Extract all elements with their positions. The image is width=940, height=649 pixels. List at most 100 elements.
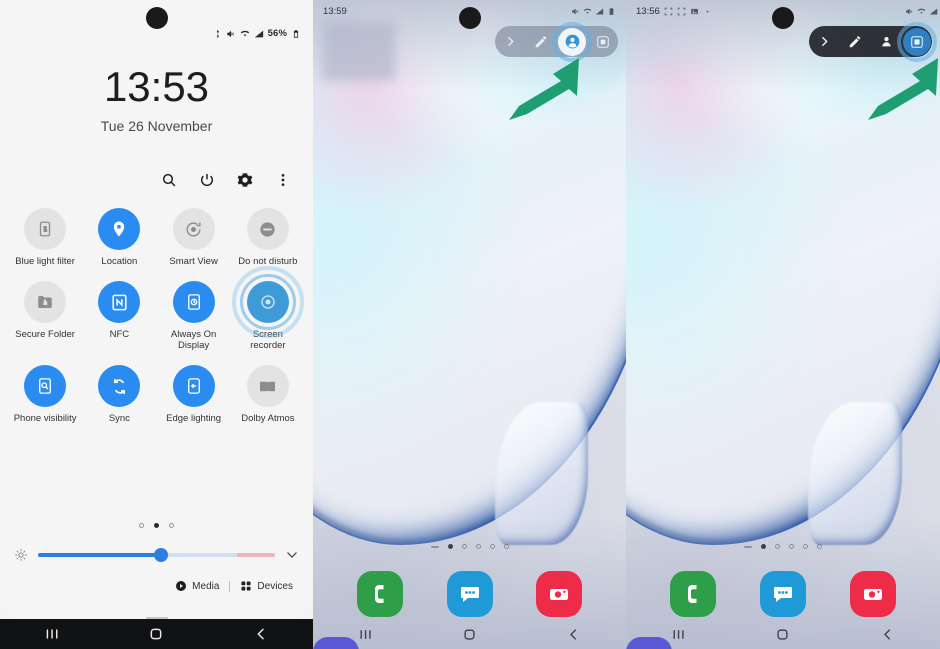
navigation-bar	[626, 619, 940, 649]
tile-disc	[246, 208, 289, 250]
collapse-toolbar-button[interactable]	[501, 33, 519, 51]
battery-icon	[609, 8, 614, 15]
tile-do-not-disturb[interactable]: Do not disturb	[231, 208, 305, 267]
phone-app-icon[interactable]	[670, 571, 716, 617]
quick-settings-page-indicator[interactable]	[0, 523, 313, 528]
recents-icon[interactable]	[44, 626, 60, 642]
tile-blue-light-filter[interactable]: Blue light filter	[8, 208, 82, 267]
page-bar	[744, 545, 752, 548]
more-dot-icon	[706, 10, 709, 13]
wifi-icon	[583, 8, 592, 14]
home-icon[interactable]	[775, 627, 790, 642]
phone-app-icon[interactable]	[356, 571, 403, 617]
tile-disc	[98, 281, 141, 323]
status-time: 13:56	[636, 6, 660, 17]
selfie-video-button[interactable]	[877, 33, 895, 51]
tile-always-on-display[interactable]: Always On Display	[157, 281, 231, 351]
chevron-down-icon[interactable]	[285, 548, 299, 562]
stop-square-icon	[911, 35, 923, 48]
overflow-menu-icon[interactable]	[275, 172, 291, 188]
page-dot	[475, 544, 481, 549]
messages-app-icon[interactable]	[760, 571, 806, 617]
tile-phone-visibility[interactable]: Phone visibility	[8, 365, 82, 424]
wifi-icon	[240, 30, 249, 36]
brightness-row	[14, 548, 299, 562]
back-icon[interactable]	[253, 626, 269, 642]
chevron-right-icon	[507, 37, 514, 46]
media-label: Media	[192, 580, 220, 592]
mute-icon	[572, 8, 579, 15]
draw-button[interactable]	[532, 33, 550, 51]
tile-disc	[172, 365, 215, 407]
draw-button[interactable]	[846, 33, 864, 51]
collapse-toolbar-button[interactable]	[815, 33, 833, 51]
screen-recorder-toolbar	[809, 21, 937, 62]
back-icon[interactable]	[880, 627, 895, 642]
recents-icon[interactable]	[358, 627, 373, 642]
media-button[interactable]: Media	[175, 580, 219, 592]
stop-square-icon	[597, 35, 609, 48]
media-play-icon	[176, 581, 187, 591]
tile-label: Dolby Atmos	[241, 413, 295, 424]
tile-dolby-atmos[interactable]: Dolby Atmos	[231, 365, 305, 424]
page-dot	[169, 523, 174, 528]
tile-nfc[interactable]: NFC	[82, 281, 156, 351]
panel-recording-stop: 13:56	[626, 0, 940, 649]
search-icon[interactable]	[161, 172, 177, 188]
camera-app-icon[interactable]	[850, 571, 896, 617]
status-bar: 56%	[212, 28, 301, 39]
tile-location[interactable]: Location	[82, 208, 156, 267]
home-page-indicator[interactable]	[313, 544, 626, 549]
brightness-slider[interactable]	[38, 548, 275, 562]
home-wallpaper	[626, 0, 940, 649]
page-bar	[430, 545, 439, 548]
blurred-notification-area	[323, 22, 395, 80]
selfie-video-button[interactable]	[552, 21, 592, 62]
chevron-right-icon	[821, 37, 828, 46]
tile-edge-lighting[interactable]: Edge lighting	[157, 365, 231, 424]
power-icon[interactable]	[199, 172, 215, 188]
page-dot	[139, 523, 144, 528]
person-icon	[881, 37, 891, 47]
screenshot-icon	[664, 7, 673, 16]
status-time: 13:59	[323, 6, 347, 17]
home-icon[interactable]	[462, 627, 477, 642]
recents-icon[interactable]	[671, 627, 686, 642]
tile-label: Secure Folder	[15, 329, 75, 340]
dolby-atmos-icon	[260, 381, 276, 391]
brightness-slider-knob[interactable]	[154, 548, 169, 562]
back-icon[interactable]	[566, 627, 581, 642]
camera-app-icon[interactable]	[536, 571, 583, 617]
devices-grid-icon	[241, 581, 251, 591]
page-dot-active	[447, 544, 453, 549]
tile-secure-folder[interactable]: Secure Folder	[8, 281, 82, 351]
camera-glyph	[864, 589, 882, 600]
status-bar-left: 13:59	[323, 6, 347, 17]
page-dot-active	[154, 523, 159, 528]
page-dot	[789, 544, 794, 549]
messages-app-icon[interactable]	[446, 571, 493, 617]
home-icon[interactable]	[148, 626, 164, 642]
wifi-icon	[917, 8, 926, 14]
lock-clock: 13:53 Tue 26 November	[0, 66, 313, 135]
tile-sync[interactable]: Sync	[82, 365, 156, 424]
devices-button[interactable]: Devices	[240, 580, 293, 592]
stop-recording-button[interactable]	[594, 33, 612, 51]
signal-icon	[254, 30, 263, 37]
camera-glyph	[550, 589, 569, 600]
page-dot	[817, 544, 822, 549]
home-page-indicator[interactable]	[626, 544, 940, 549]
phone-glyph	[688, 585, 697, 603]
quick-settings-tile-grid: Blue light filter Location Smart View Do…	[8, 208, 305, 424]
stop-recording-button[interactable]	[897, 21, 937, 62]
tile-smart-view[interactable]: Smart View	[157, 208, 231, 267]
edge-lighting-icon	[187, 378, 200, 394]
footer-divider	[229, 580, 231, 592]
tile-screen-recorder[interactable]: Screen recorder	[231, 266, 305, 351]
navigation-bar	[0, 619, 313, 649]
phone-glyph	[374, 585, 384, 603]
page-dot	[503, 544, 509, 549]
settings-gear-icon[interactable]	[237, 172, 253, 188]
page-dot	[803, 544, 808, 549]
status-bar-right	[571, 7, 616, 16]
